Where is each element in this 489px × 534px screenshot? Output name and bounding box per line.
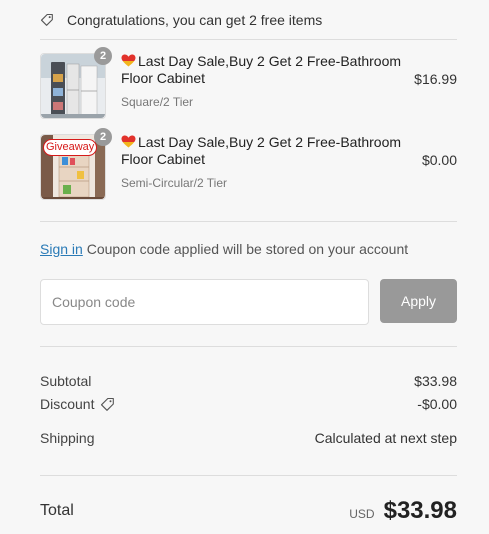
subtotal-value: $33.98 [414, 373, 457, 389]
subtotal-row: Subtotal $33.98 [40, 373, 457, 390]
quantity-badge: 2 [94, 128, 112, 146]
apply-button[interactable]: Apply [380, 279, 457, 323]
order-summary: Congratulations, you can get 2 free item… [40, 0, 457, 526]
promo-text: Congratulations, you can get 2 free item… [67, 11, 323, 28]
item-info: Last Day Sale,Buy 2 Get 2 Free-Bathroom … [121, 53, 401, 109]
product-thumbnail[interactable]: Giveaway 2 [40, 128, 112, 200]
coupon-form: Apply [40, 279, 457, 325]
divider [40, 475, 457, 476]
promo-banner: Congratulations, you can get 2 free item… [40, 0, 457, 40]
subtotal-label: Subtotal [40, 373, 92, 389]
cart-item: Giveaway 2 Last Day Sale,Buy 2 Get 2 Fre… [40, 128, 457, 200]
item-info: Last Day Sale,Buy 2 Get 2 Free-Bathroom … [121, 134, 401, 190]
signin-text: Coupon code applied will be stored on yo… [86, 241, 409, 257]
giveaway-badge: Giveaway [43, 139, 98, 156]
divider [40, 346, 457, 347]
shipping-label: Shipping [40, 430, 95, 446]
shipping-value: Calculated at next step [314, 430, 457, 446]
item-title: Last Day Sale,Buy 2 Get 2 Free-Bathroom … [121, 134, 401, 168]
total-label: Total [40, 502, 74, 519]
item-title: Last Day Sale,Buy 2 Get 2 Free-Bathroom … [121, 53, 401, 87]
tag-icon [40, 13, 54, 27]
discount-value: -$0.00 [417, 396, 457, 412]
signin-link[interactable]: Sign in [40, 241, 83, 257]
item-title-text: Last Day Sale,Buy 2 Get 2 Free-Bathroom … [121, 53, 402, 86]
total-row: Total USD $33.98 [40, 496, 457, 526]
cart-item: 2 Last Day Sale,Buy 2 Get 2 Free-Bathroo… [40, 47, 457, 119]
quantity-badge: 2 [94, 47, 112, 65]
discount-label: Discount [40, 396, 95, 412]
coupon-code-input[interactable] [40, 279, 369, 325]
item-price: $16.99 [414, 71, 457, 87]
divider [40, 221, 457, 222]
signin-notice: Sign in Coupon code applied will be stor… [40, 241, 457, 258]
product-thumbnail[interactable]: 2 [40, 47, 112, 119]
cabinet-image [41, 54, 105, 118]
item-variant: Square/2 Tier [121, 95, 194, 109]
item-price: $0.00 [421, 152, 457, 168]
discount-tag-icon [100, 397, 115, 412]
shipping-row: Shipping Calculated at next step [40, 430, 457, 447]
total-value: $33.98 [383, 497, 457, 524]
item-title-text: Last Day Sale,Buy 2 Get 2 Free-Bathroom … [121, 134, 402, 167]
item-variant: Semi-Circular/2 Tier [121, 176, 228, 190]
discount-row: Discount -$0.00 [40, 396, 457, 413]
heart-icon [121, 135, 136, 148]
currency-code: USD [349, 507, 375, 521]
heart-icon [121, 54, 136, 67]
